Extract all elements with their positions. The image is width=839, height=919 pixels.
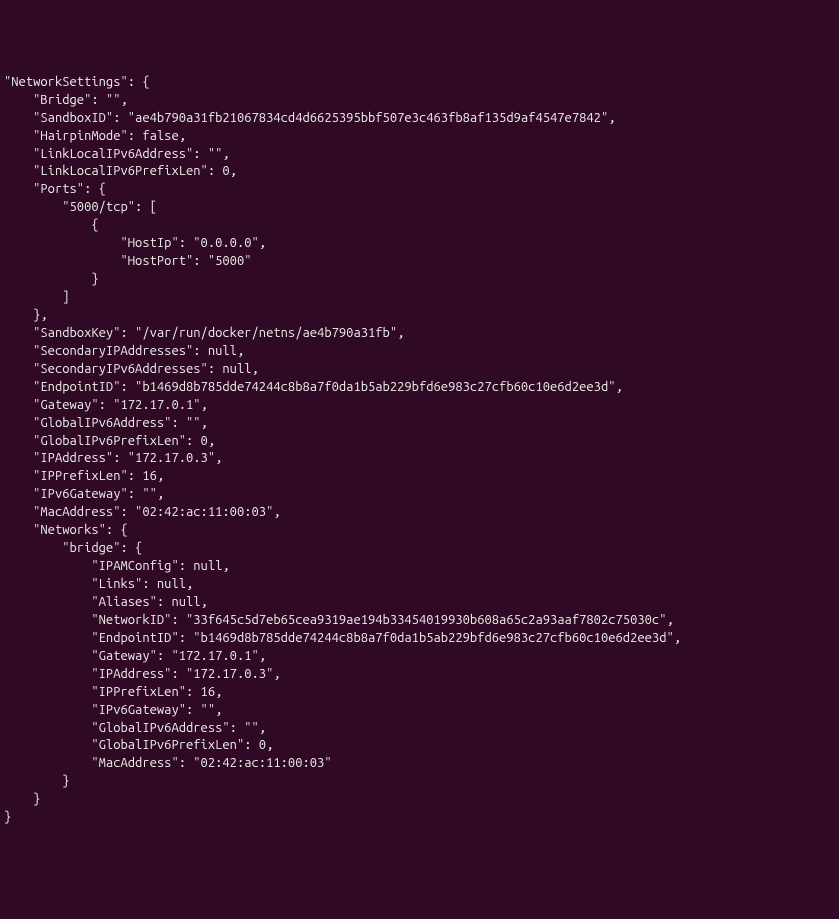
- terminal-output: "NetworkSettings": { "Bridge": "", "Sand…: [4, 74, 835, 827]
